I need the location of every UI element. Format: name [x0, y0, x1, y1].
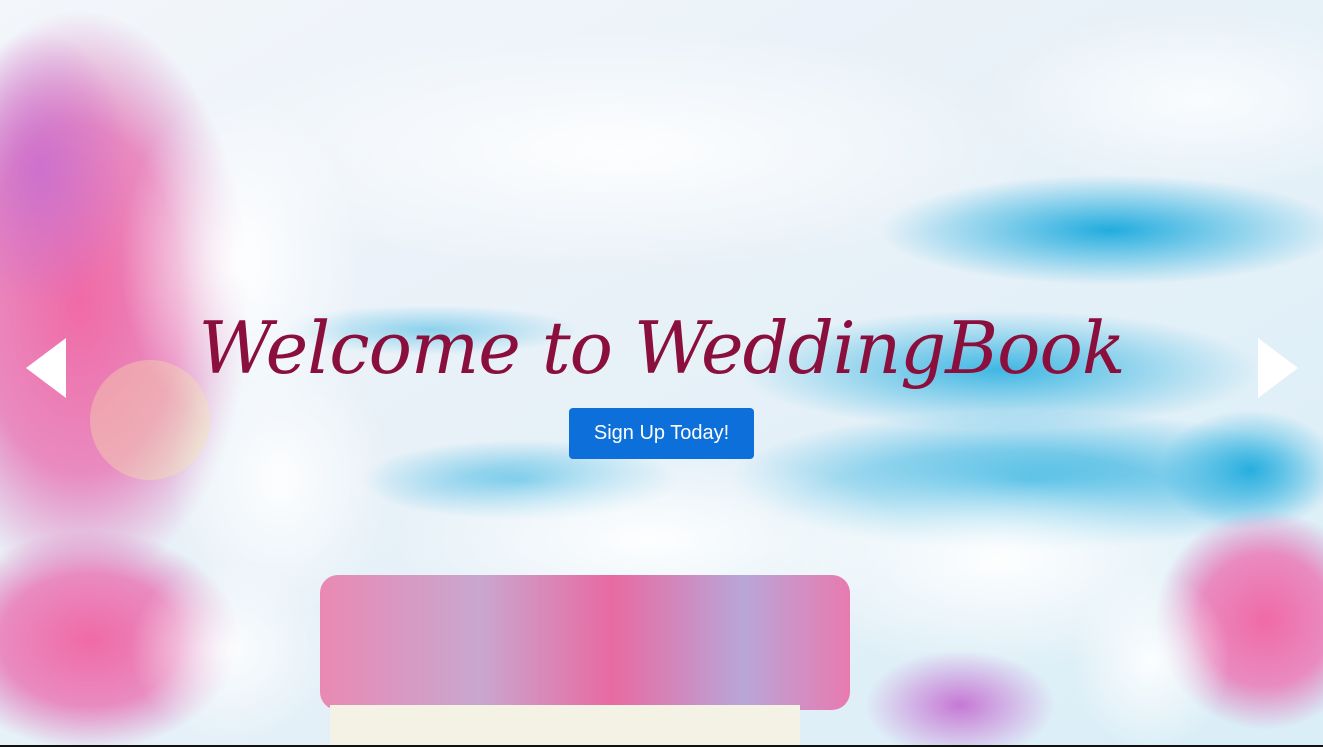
- sign-up-button[interactable]: Sign Up Today!: [568, 408, 755, 459]
- carousel-next-button[interactable]: [1254, 334, 1302, 402]
- carousel-prev-button[interactable]: [22, 334, 70, 402]
- hero-title: Welcome to WeddingBook: [198, 306, 1125, 390]
- triangle-right-icon: [1258, 338, 1298, 398]
- hero-caption: Welcome to WeddingBook Sign Up Today!: [0, 300, 1323, 459]
- triangle-left-icon: [26, 338, 66, 398]
- hero-carousel: Welcome to WeddingBook Sign Up Today!: [0, 0, 1323, 745]
